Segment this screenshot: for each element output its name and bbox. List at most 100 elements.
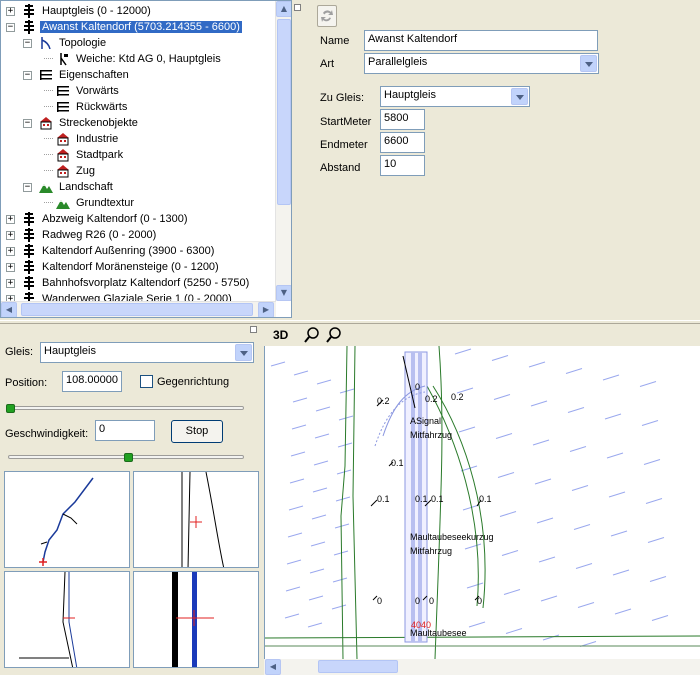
terrain-hatch-mark	[316, 379, 332, 385]
speed-slider-thumb[interactable]	[124, 453, 133, 462]
refresh-button[interactable]	[317, 5, 337, 27]
overview-map-view[interactable]	[4, 471, 130, 568]
position-slider-track[interactable]	[8, 406, 244, 410]
scroll-left-button[interactable]: ◀	[265, 659, 281, 675]
tree-item[interactable]: + Wanderweg Glaziale Serie 1 (0 - 2000)	[6, 291, 234, 301]
expand-icon[interactable]: +	[6, 278, 15, 288]
tree-item[interactable]: − Landschaft	[23, 179, 115, 195]
map-horizontal-scrollbar[interactable]: ◀	[264, 659, 700, 675]
scroll-down-button[interactable]: ▼	[276, 285, 291, 301]
track-icon	[22, 20, 36, 34]
startmeter-label: StartMeter	[320, 116, 372, 128]
tree-item[interactable]: − Awanst Kaltendorf (5703.214355 - 6600)	[6, 19, 242, 35]
track-map-view[interactable]: 0.2 0 0.2 0.2 ASignal Mitfahrzug 0.1 0.1…	[264, 346, 700, 659]
terrain-hatch-mark	[575, 563, 593, 569]
terrain-hatch-mark	[290, 451, 306, 457]
tree-item[interactable]: − Eigenschaften	[23, 67, 131, 83]
tree-item[interactable]: Zug	[44, 163, 97, 179]
tree-item[interactable]: Stadtpark	[44, 147, 125, 163]
scroll-up-button[interactable]: ▲	[276, 1, 291, 17]
chevron-down-icon[interactable]	[235, 344, 252, 361]
expand-icon[interactable]: +	[6, 262, 15, 272]
speed-field[interactable]: 0	[95, 420, 155, 441]
terrain-hatch-mark	[292, 397, 308, 403]
tree-hscroll-thumb[interactable]	[21, 303, 253, 316]
collapse-icon[interactable]: −	[23, 70, 32, 80]
tree-item[interactable]: + Kaltendorf Moränensteige (0 - 1200)	[6, 259, 221, 275]
track-icon	[22, 212, 36, 226]
scroll-left-button[interactable]: ◀	[1, 302, 17, 317]
chevron-down-icon[interactable]	[511, 88, 528, 105]
startmeter-field[interactable]: 5800	[380, 109, 425, 130]
tree-item[interactable]: + Radweg R26 (0 - 2000)	[6, 227, 158, 243]
stop-button[interactable]: Stop	[171, 420, 223, 443]
name-field[interactable]: Awanst Kaltendorf	[364, 30, 598, 51]
building-icon	[56, 148, 70, 162]
terrain-hatch-mark	[313, 460, 329, 466]
tree-item[interactable]: + Abzweig Kaltendorf (0 - 1300)	[6, 211, 190, 227]
tree-item[interactable]: − Streckenobjekte	[23, 115, 140, 131]
terrain-hatch-mark	[643, 459, 661, 465]
detail-map-view[interactable]	[133, 471, 259, 568]
terrain-hatch-mark	[503, 589, 521, 595]
vertical-splitter[interactable]	[293, 0, 303, 320]
gegenrichtung-checkbox[interactable]	[140, 375, 153, 388]
terrain-hatch-mark	[571, 485, 589, 491]
track-profile-view[interactable]	[133, 571, 259, 668]
tree-item[interactable]: Industrie	[44, 131, 120, 147]
gleis-select[interactable]: Hauptgleis	[40, 342, 254, 363]
abstand-field[interactable]: 10	[380, 155, 425, 176]
tree-item[interactable]: + Kaltendorf Außenring (3900 - 6300)	[6, 243, 216, 259]
terrain-hatch-mark	[602, 374, 620, 381]
track-profile-drawing	[172, 572, 214, 667]
tree-vertical-scrollbar[interactable]: ▲ ▼	[275, 1, 291, 301]
map-hscroll-thumb[interactable]	[318, 660, 398, 673]
tree-item-label: Stadtpark	[76, 149, 124, 161]
tree-item-label: Rückwärts	[76, 101, 128, 113]
tree-horizontal-scrollbar[interactable]: ◀ ▶	[1, 301, 276, 317]
map-label: 0.1	[431, 494, 444, 504]
terrain-hatch-mark	[286, 559, 302, 565]
3d-mode-button[interactable]: 3D	[273, 328, 288, 342]
properties-panel: Name Awanst Kaltendorf Art Parallelgleis…	[303, 0, 700, 320]
side-map-view[interactable]	[4, 571, 130, 668]
position-slider-thumb[interactable]	[6, 404, 15, 413]
tree-vscroll-thumb[interactable]	[277, 19, 291, 205]
zoom-in-icon[interactable]	[303, 326, 321, 344]
track-icon	[22, 292, 36, 301]
list-icon	[56, 100, 70, 114]
tree-item[interactable]: + Bahnhofsvorplatz Kaltendorf (5250 - 575…	[6, 275, 251, 291]
map-label: 0.1	[415, 494, 428, 504]
collapse-icon[interactable]: −	[23, 118, 32, 128]
tree-item[interactable]: Weiche: Ktd AG 0, Hauptgleis	[44, 51, 223, 67]
track-map-drawing: 0.2 0 0.2 0.2 ASignal Mitfahrzug 0.1 0.1…	[265, 346, 700, 659]
tree-item[interactable]: + Hauptgleis (0 - 12000)	[6, 3, 153, 19]
expand-icon[interactable]: +	[6, 6, 15, 16]
tree-item[interactable]: − Topologie	[23, 35, 108, 51]
terrain-hatch-mark	[335, 496, 351, 502]
chevron-down-icon[interactable]	[580, 55, 597, 72]
terrain-hatch-mark	[577, 602, 595, 608]
map-label: 0.1	[479, 494, 492, 504]
expand-icon[interactable]: +	[6, 230, 15, 240]
map-label: 0.2	[451, 392, 464, 402]
collapse-icon[interactable]: −	[23, 38, 32, 48]
zu-gleis-select[interactable]: Hauptgleis	[380, 86, 530, 107]
expand-icon[interactable]: +	[6, 214, 15, 224]
tree-item[interactable]: Vorwärts	[44, 83, 121, 99]
expand-icon[interactable]: +	[6, 246, 15, 256]
tree-item[interactable]: Rückwärts	[44, 99, 129, 115]
collapse-icon[interactable]: −	[6, 22, 15, 32]
art-select[interactable]: Parallelgleis	[364, 53, 599, 74]
panel-grip[interactable]	[250, 326, 257, 333]
map-label: 0	[429, 596, 434, 606]
position-field[interactable]: 108.00000	[62, 371, 122, 392]
zoom-out-icon[interactable]	[325, 326, 343, 344]
map-label: Maultaubesee	[410, 628, 467, 638]
panel-grip[interactable]	[294, 4, 301, 11]
scroll-right-button[interactable]: ▶	[258, 302, 274, 317]
tree-item[interactable]: Grundtextur	[44, 195, 136, 211]
collapse-icon[interactable]: −	[23, 182, 32, 192]
endmeter-field[interactable]: 6600	[380, 132, 425, 153]
terrain-hatch-mark	[284, 613, 300, 619]
